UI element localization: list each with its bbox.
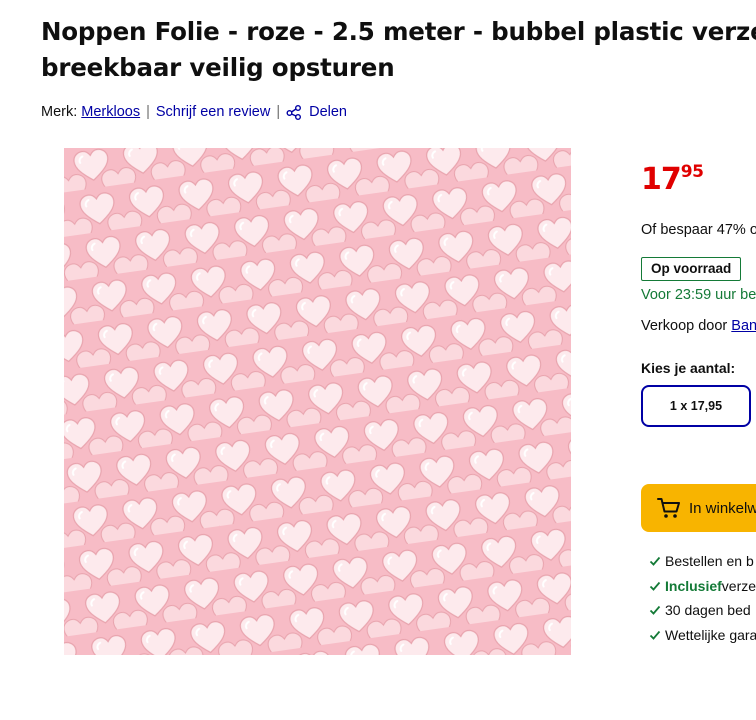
add-to-cart-label: In winkelw <box>689 499 756 517</box>
check-icon <box>649 581 661 591</box>
check-icon <box>649 606 661 616</box>
product-image[interactable] <box>64 148 571 655</box>
usp-item: 30 dagen bed <box>649 598 756 623</box>
usp-item: Bestellen en b <box>649 549 756 574</box>
quantity-label: Kies je aantal: <box>641 360 736 376</box>
write-review-link[interactable]: Schrijf een review <box>156 104 270 120</box>
brand-link[interactable]: Merkloos <box>81 104 140 120</box>
quantity-option-selected[interactable]: 1 x 17,95 <box>641 385 751 427</box>
usp-bold: Inclusief <box>665 577 722 594</box>
usp-item: Wettelijke gara <box>649 623 756 648</box>
price-main: 17 <box>641 162 682 197</box>
seller-label: Verkoop door <box>641 318 728 334</box>
product-meta-bar: Merk: Merkloos | Schrijf een review | De… <box>41 104 347 120</box>
product-title: Noppen Folie - roze - 2.5 meter - bubbel… <box>41 14 756 86</box>
usp-text: Bestellen en b <box>665 553 754 570</box>
delivery-promise: Voor 23:59 uur be <box>641 287 756 303</box>
meta-divider: | <box>146 104 150 120</box>
usp-list: Bestellen en b Inclusief verze 30 dagen … <box>649 549 756 647</box>
share-icon <box>286 105 302 120</box>
product-title-line2: breekbaar veilig opsturen <box>41 53 395 82</box>
share-button[interactable]: Delen <box>286 104 347 120</box>
product-price: 1795 <box>641 160 704 200</box>
share-label: Delen <box>309 104 347 120</box>
stock-badge: Op voorraad <box>641 257 742 281</box>
check-icon <box>649 557 661 567</box>
check-icon <box>649 630 661 640</box>
cart-icon <box>657 498 680 518</box>
saving-text: Of bespaar 47% o <box>641 222 756 238</box>
seller-link[interactable]: Ban <box>731 318 756 334</box>
usp-text: verze <box>721 577 756 594</box>
price-cents: 95 <box>680 162 704 182</box>
usp-text: Wettelijke gara <box>665 626 756 643</box>
usp-item: Inclusief verze <box>649 574 756 599</box>
add-to-cart-button[interactable]: In winkelw <box>641 484 756 532</box>
product-title-line1: Noppen Folie - roze - 2.5 meter - bubbel… <box>41 17 756 46</box>
meta-divider: | <box>276 104 281 120</box>
usp-text: 30 dagen bed <box>665 602 751 619</box>
seller-info: Verkoop door Ban <box>641 318 756 334</box>
brand-label: Merk: <box>41 104 78 120</box>
